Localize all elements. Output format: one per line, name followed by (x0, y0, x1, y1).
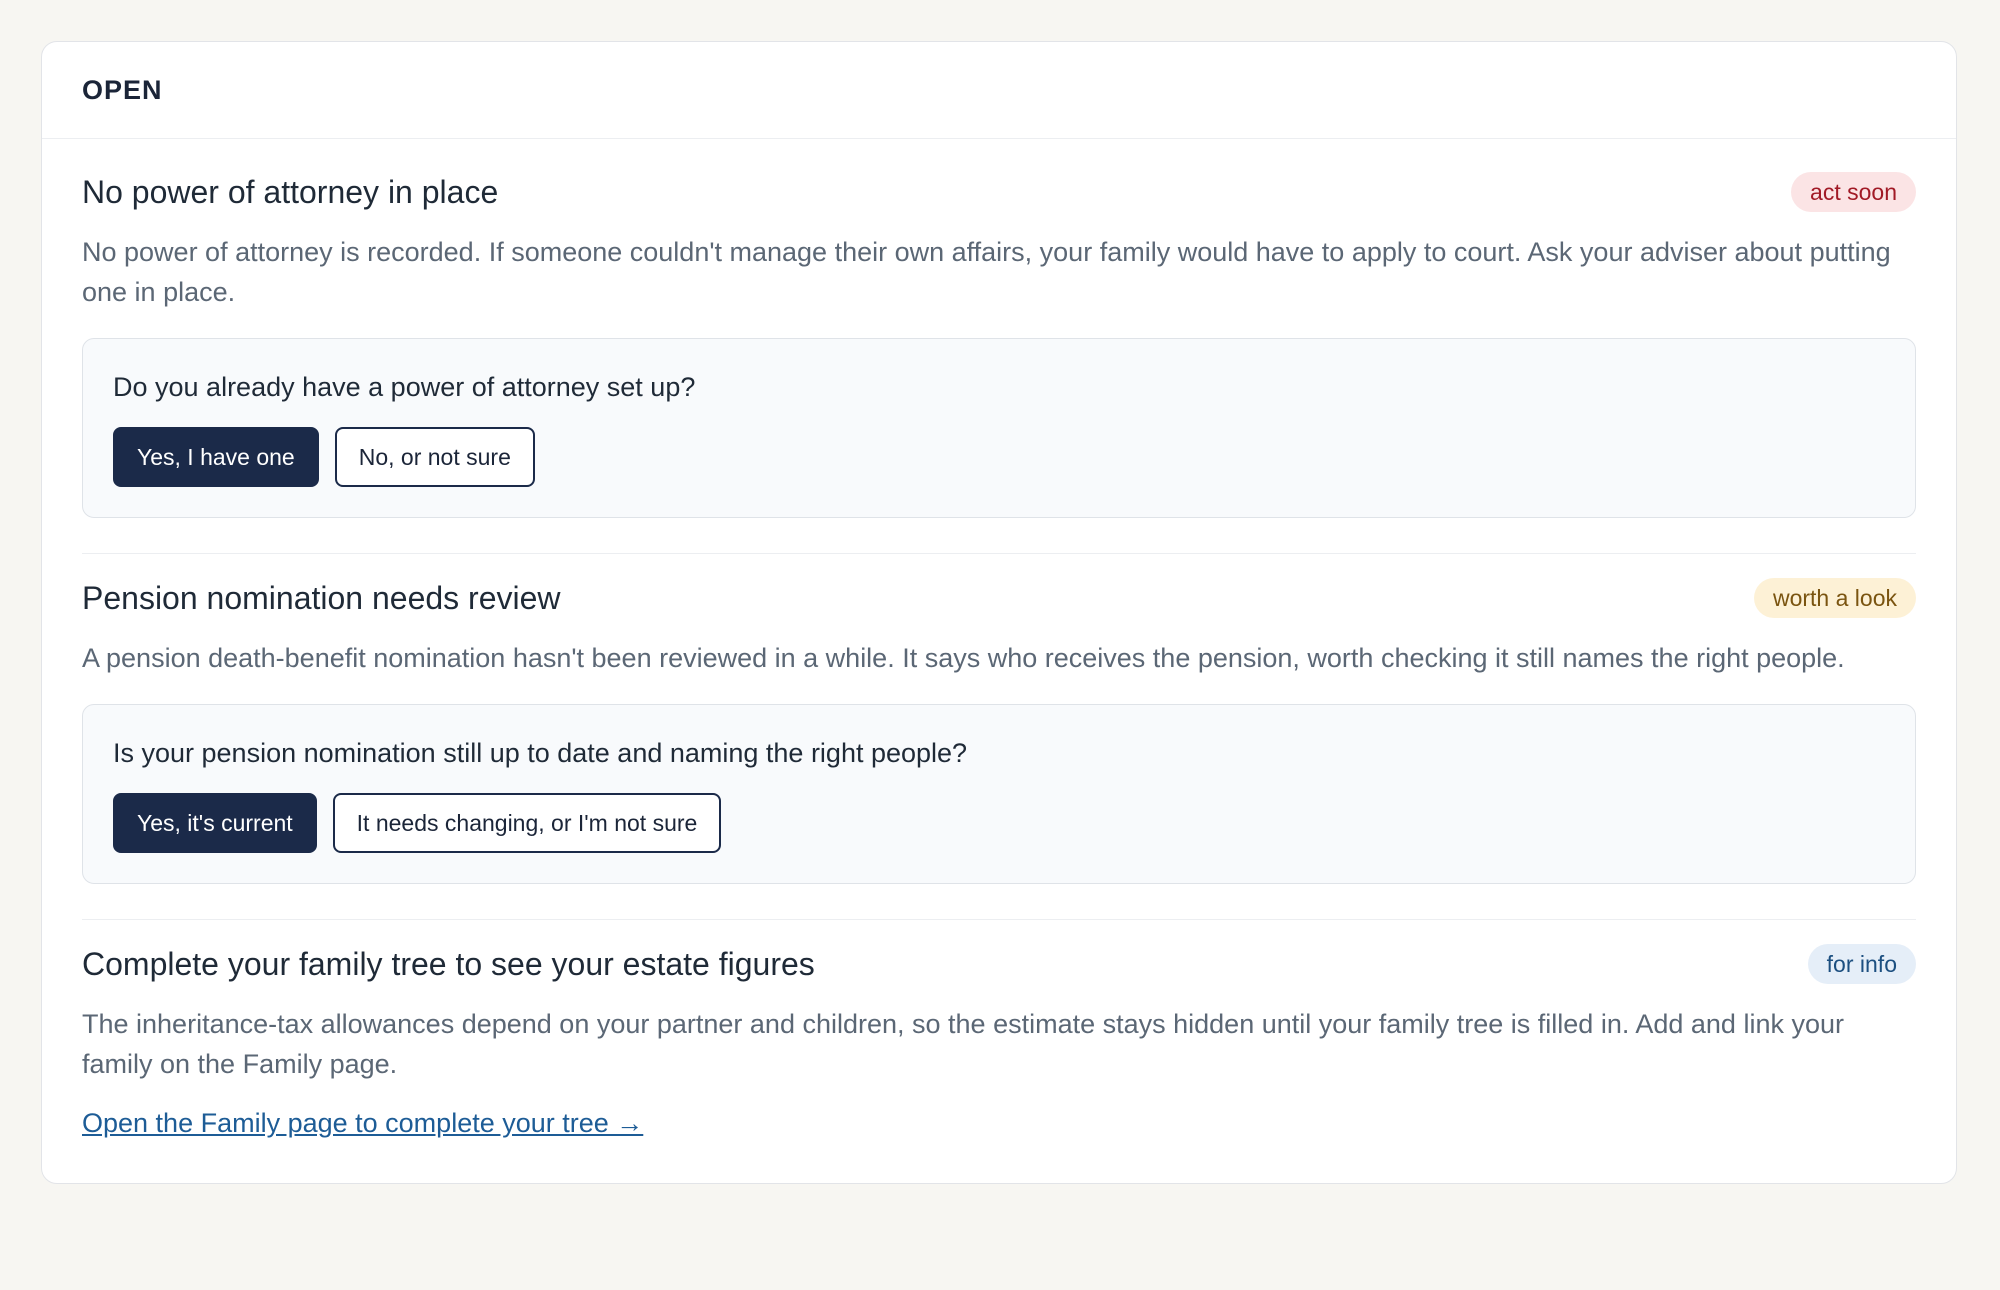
question-box: Is your pension nomination still up to d… (82, 704, 1916, 884)
item-title: No power of attorney in place (82, 173, 499, 210)
open-items-card: OPEN No power of attorney in place act s… (41, 41, 1957, 1184)
item-description: The inheritance-tax allowances depend on… (82, 1009, 1844, 1079)
question-text: Is your pension nomination still up to d… (113, 738, 968, 768)
priority-badge: act soon (1791, 172, 1916, 212)
divider (82, 919, 1916, 920)
yes-button[interactable]: Yes, I have one (113, 427, 319, 487)
item-title: Pension nomination needs review (82, 579, 561, 616)
answer-buttons: Yes, I have one No, or not sure (113, 427, 1885, 487)
divider (82, 553, 1916, 554)
item-header: No power of attorney in place act soon (82, 170, 1916, 214)
card-header: OPEN (42, 42, 1956, 139)
item-family-tree: Complete your family tree to see your es… (82, 942, 1916, 1139)
item-description: No power of attorney is recorded. If som… (82, 237, 1891, 307)
no-button[interactable]: No, or not sure (334, 427, 535, 487)
card-title: OPEN (82, 74, 163, 105)
answer-buttons: Yes, it's current It needs changing, or … (113, 793, 1885, 853)
item-description: A pension death-benefit nomination hasn'… (82, 643, 1845, 673)
item-header: Complete your family tree to see your es… (82, 942, 1916, 986)
item-pension-nomination: Pension nomination needs review worth a … (82, 576, 1916, 884)
family-page-link[interactable]: Open the Family page to complete your tr… (82, 1108, 643, 1138)
item-power-of-attorney: No power of attorney in place act soon N… (82, 170, 1916, 518)
question-box: Do you already have a power of attorney … (82, 338, 1916, 518)
priority-badge: worth a look (1753, 578, 1916, 618)
priority-badge: for info (1807, 944, 1916, 984)
yes-button[interactable]: Yes, it's current (113, 793, 317, 853)
no-button[interactable]: It needs changing, or I'm not sure (332, 793, 722, 853)
item-title: Complete your family tree to see your es… (82, 945, 815, 982)
item-header: Pension nomination needs review worth a … (82, 576, 1916, 620)
question-text: Do you already have a power of attorney … (113, 372, 696, 402)
link-row: Open the Family page to complete your tr… (82, 1108, 1916, 1139)
